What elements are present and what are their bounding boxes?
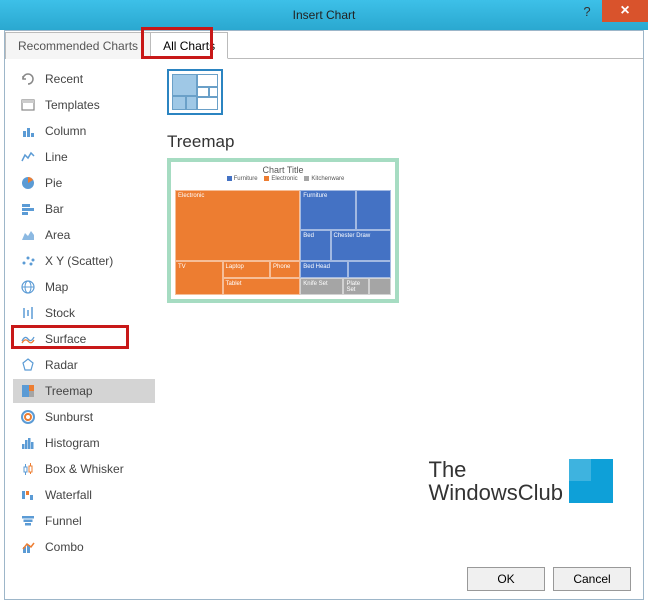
sidebar-item-column[interactable]: Column (13, 119, 155, 143)
watermark-line2: WindowsClub (429, 481, 564, 504)
chart-subtype-treemap[interactable] (167, 69, 223, 115)
treemap-cell (369, 278, 391, 295)
titlebar: Insert Chart ? × (0, 0, 648, 30)
watermark-line1: The (429, 458, 564, 481)
sidebar-item-histogram[interactable]: Histogram (13, 431, 155, 455)
treemap-cell: Laptop (223, 261, 271, 278)
treemap-cell: TV (175, 261, 223, 295)
sunburst-icon (19, 408, 37, 426)
histogram-icon (19, 434, 37, 452)
scatter-icon (19, 252, 37, 270)
main-panel: Treemap Chart Title Furniture Electronic… (155, 59, 643, 559)
treemap-thumb (172, 74, 218, 110)
sidebar-item-label: Treemap (45, 384, 93, 398)
sidebar-item-waterfall[interactable]: Waterfall (13, 483, 155, 507)
sidebar-item-stock[interactable]: Stock (13, 301, 155, 325)
line-icon (19, 148, 37, 166)
sidebar-item-sunburst[interactable]: Sunburst (13, 405, 155, 429)
bar-icon (19, 200, 37, 218)
sidebar-item-label: Combo (45, 540, 84, 554)
recent-icon (19, 70, 37, 88)
sidebar-item-label: Surface (45, 332, 86, 346)
sidebar-item-label: Templates (45, 98, 100, 112)
sidebar-item-label: Column (45, 124, 86, 138)
treemap-icon (19, 382, 37, 400)
preview-legend: Furniture Electronic Kitchenware (171, 176, 395, 185)
preview-chart-title: Chart Title (171, 162, 395, 176)
templates-icon (19, 96, 37, 114)
treemap-cell: Tablet (223, 278, 301, 295)
sidebar-item-label: Pie (45, 176, 62, 190)
sidebar-item-scatter[interactable]: X Y (Scatter) (13, 249, 155, 273)
combo-icon (19, 538, 37, 556)
area-icon (19, 226, 37, 244)
sidebar-item-label: Area (45, 228, 70, 242)
map-icon (19, 278, 37, 296)
waterfall-icon (19, 486, 37, 504)
dialog-body: Recommended Charts All Charts Recent Tem… (4, 30, 644, 600)
treemap-cell: Chester Draw (331, 230, 391, 262)
sidebar-item-templates[interactable]: Templates (13, 93, 155, 117)
treemap-cell: Furniture (300, 190, 356, 230)
treemap-cell: Electronic (175, 190, 300, 261)
sidebar-item-label: Recent (45, 72, 83, 86)
treemap-cell: Phone (270, 261, 300, 278)
tab-all-charts[interactable]: All Charts (150, 32, 228, 59)
stock-icon (19, 304, 37, 322)
surface-icon (19, 330, 37, 348)
ok-button[interactable]: OK (467, 567, 545, 591)
treemap-cells: ElectronicTVLaptopTabletPhoneFurnitureBe… (175, 190, 391, 295)
sidebar-item-funnel[interactable]: Funnel (13, 509, 155, 533)
sidebar-item-label: Box & Whisker (45, 462, 124, 476)
radar-icon (19, 356, 37, 374)
sidebar-item-bar[interactable]: Bar (13, 197, 155, 221)
watermark: The WindowsClub (429, 458, 614, 504)
tab-strip: Recommended Charts All Charts (5, 31, 643, 59)
window-title: Insert Chart (293, 8, 356, 22)
sidebar-item-label: Stock (45, 306, 75, 320)
sidebar-item-pie[interactable]: Pie (13, 171, 155, 195)
sidebar-item-label: Radar (45, 358, 78, 372)
treemap-cell: Bed (300, 230, 330, 262)
boxwhisker-icon (19, 460, 37, 478)
sidebar-item-line[interactable]: Line (13, 145, 155, 169)
sidebar-item-map[interactable]: Map (13, 275, 155, 299)
sidebar-item-label: Funnel (45, 514, 82, 528)
sidebar-item-label: Histogram (45, 436, 100, 450)
column-icon (19, 122, 37, 140)
tab-recommended-charts[interactable]: Recommended Charts (5, 32, 151, 59)
sidebar-item-label: Bar (45, 202, 64, 216)
sidebar-item-label: Map (45, 280, 68, 294)
dialog-buttons: OK Cancel (467, 567, 631, 591)
funnel-icon (19, 512, 37, 530)
section-title: Treemap (167, 132, 631, 152)
sidebar-item-label: Waterfall (45, 488, 92, 502)
content-area: Recent Templates Column Line Pie Bar (5, 59, 643, 559)
close-button[interactable]: × (602, 0, 648, 22)
cancel-button[interactable]: Cancel (553, 567, 631, 591)
watermark-logo-icon (569, 459, 613, 503)
sidebar-item-boxwhisker[interactable]: Box & Whisker (13, 457, 155, 481)
sidebar-item-area[interactable]: Area (13, 223, 155, 247)
sidebar-item-surface[interactable]: Surface (13, 327, 155, 351)
sidebar-item-radar[interactable]: Radar (13, 353, 155, 377)
sidebar-item-recent[interactable]: Recent (13, 67, 155, 91)
sidebar-item-treemap[interactable]: Treemap (13, 379, 155, 403)
sidebar-item-label: X Y (Scatter) (45, 254, 113, 268)
treemap-cell (348, 261, 391, 278)
sidebar-item-label: Line (45, 150, 68, 164)
sidebar-item-combo[interactable]: Combo (13, 535, 155, 559)
treemap-cell: Bed Head (300, 261, 348, 278)
chart-preview[interactable]: Chart Title Furniture Electronic Kitchen… (167, 158, 399, 303)
help-button[interactable]: ? (572, 0, 602, 22)
treemap-cell: Plate Set (343, 278, 369, 295)
sidebar-item-label: Sunburst (45, 410, 93, 424)
treemap-cell: Knife Set (300, 278, 343, 295)
titlebar-buttons: ? × (572, 0, 648, 22)
chart-category-sidebar: Recent Templates Column Line Pie Bar (5, 59, 155, 559)
pie-icon (19, 174, 37, 192)
treemap-cell (356, 190, 391, 230)
